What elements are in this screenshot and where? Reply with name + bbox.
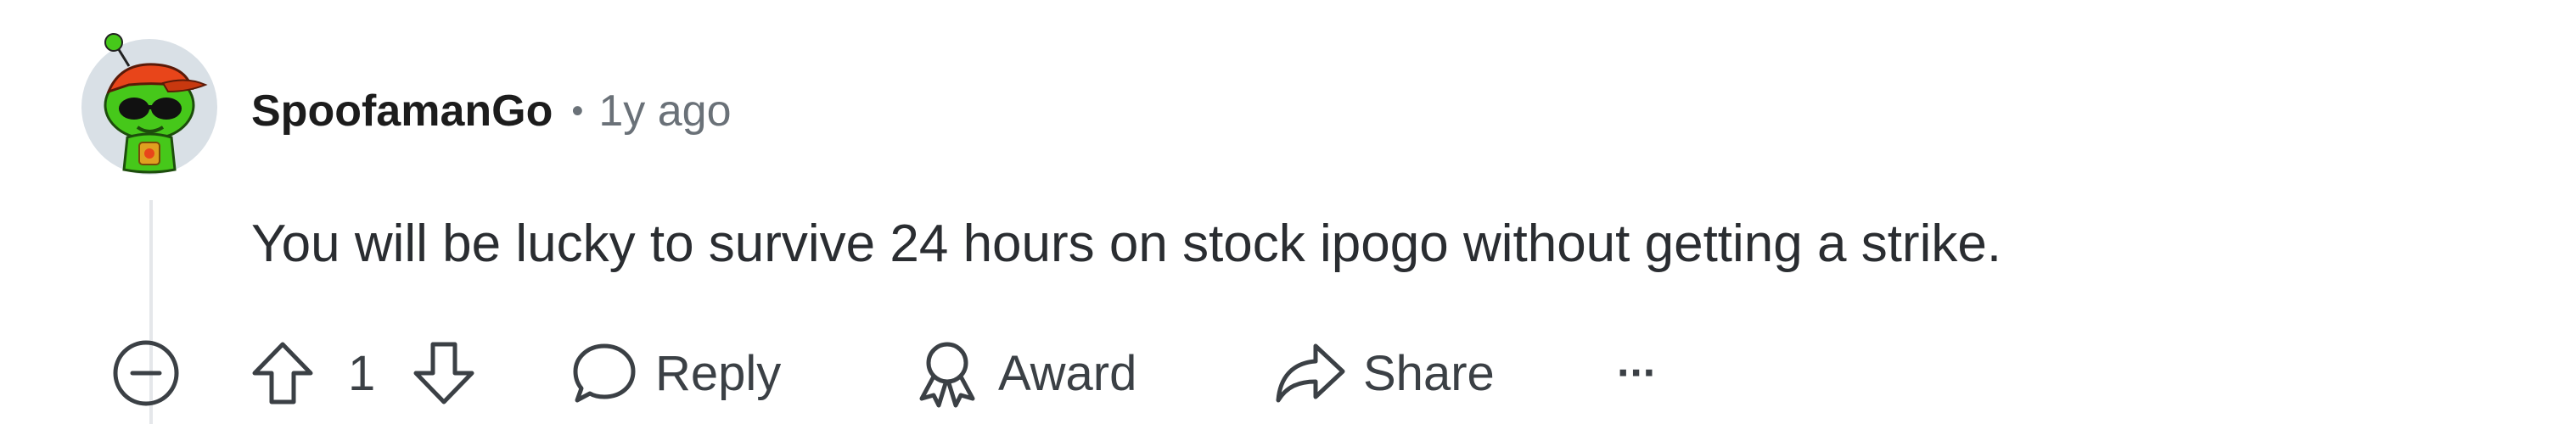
comment-timestamp[interactable]: 1y ago [598, 86, 731, 137]
comment-body: You will be lucky to survive 24 hours on… [251, 215, 2002, 273]
reply-button[interactable]: Reply [570, 331, 781, 416]
upvote-button[interactable] [250, 331, 316, 416]
share-arrow-icon [1276, 343, 1345, 403]
collapse-button[interactable] [110, 331, 182, 416]
speech-bubble-icon [573, 343, 636, 403]
ellipsis-icon: ··· [1617, 349, 1658, 398]
reply-label: Reply [655, 345, 782, 401]
comment-action-bar: 1 Reply Award Share ··· [0, 331, 2576, 416]
more-options-button[interactable]: ··· [1617, 331, 1658, 416]
comment-header: SpoofamanGo • 1y ago [251, 81, 732, 141]
arrow-down-outline-icon [413, 342, 474, 404]
avatar[interactable] [78, 32, 221, 175]
award-button[interactable]: Award [913, 331, 1136, 416]
downvote-button[interactable] [411, 331, 477, 416]
snoo-avatar-icon [81, 33, 217, 175]
comment: SpoofamanGo • 1y ago You will be lucky t… [0, 0, 2576, 424]
arrow-up-outline-icon [252, 342, 313, 404]
minus-circle-icon [113, 340, 179, 406]
award-ribbon-icon [919, 342, 975, 408]
share-button[interactable]: Share [1273, 331, 1495, 416]
author-username[interactable]: SpoofamanGo [251, 86, 553, 137]
vote-count: 1 [348, 345, 376, 401]
meta-separator: • [571, 92, 584, 130]
share-label: Share [1363, 345, 1495, 401]
award-label: Award [998, 345, 1137, 401]
